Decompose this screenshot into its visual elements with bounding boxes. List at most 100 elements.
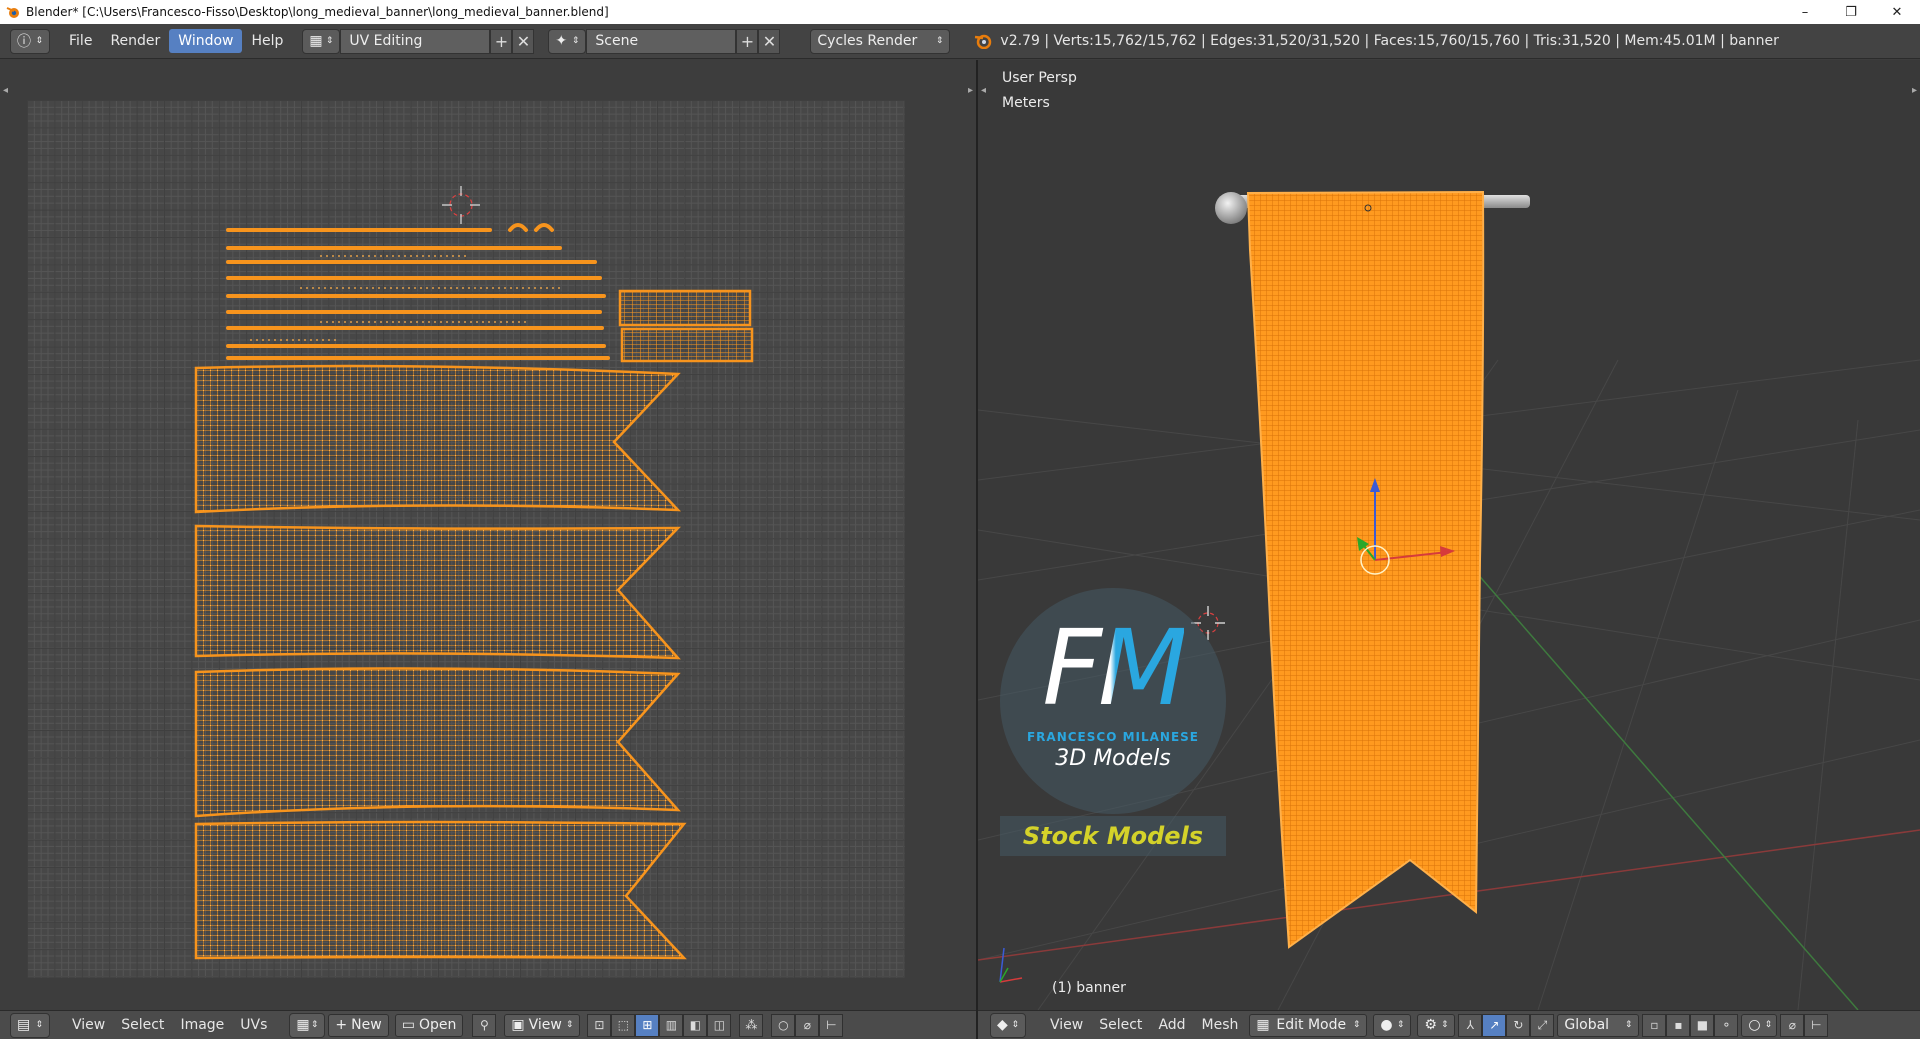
uv-island-panel-3[interactable] <box>194 667 681 818</box>
plus-icon: + <box>335 1017 348 1033</box>
view-mode-icon: ▣ <box>511 1017 525 1033</box>
info-header: ⓘ ⇕ File Render Window Help ▦ ⇕ UV Editing… <box>0 24 1920 59</box>
remove-scene-button[interactable]: ✕ <box>758 28 781 54</box>
uv-island-block-2[interactable] <box>620 327 754 363</box>
uv-island-panel-2[interactable] <box>194 524 681 660</box>
logo-letters: FM <box>1042 607 1188 729</box>
y-axis-line <box>1447 539 1859 1010</box>
translate-manipulator-icon[interactable]: ↗ <box>1482 1013 1507 1037</box>
face-mode-icon[interactable]: ■ <box>1690 1013 1715 1037</box>
manipulator-toggle-icon[interactable]: ⅄ <box>1458 1013 1483 1037</box>
uv-editor-header: ▤ ⇕ View Select Image UVs ▦ ⇕ + New ▭ Open ⚲… <box>0 1010 976 1039</box>
sticky-select-icon[interactable]: ⁂ <box>739 1013 764 1037</box>
image-icon: ▦ <box>296 1017 310 1033</box>
face-select-icon[interactable]: ◧ <box>683 1013 708 1037</box>
add-scene-button[interactable]: + <box>736 28 759 54</box>
pin-icon[interactable]: ⚲ <box>472 1013 497 1037</box>
cursor-select-icon[interactable]: ⬚ <box>611 1013 636 1037</box>
remove-screen-button[interactable]: ✕ <box>512 28 535 54</box>
uv-island-strips[interactable] <box>226 223 610 360</box>
uv-menu-select[interactable]: Select <box>113 1014 172 1036</box>
edge-mode-icon[interactable]: ▪ <box>1666 1013 1691 1037</box>
scene-stats: v2.79 | Verts:15,762/15,762 | Edges:31,5… <box>1000 33 1779 49</box>
vertex-select-icon[interactable]: ⊞ <box>635 1013 660 1037</box>
view-mode-label: View <box>528 1017 562 1033</box>
proportional-edit-icon[interactable]: ○ <box>771 1013 796 1037</box>
new-image-button[interactable]: + New <box>328 1013 389 1037</box>
pivot-dropdown[interactable]: ⚙ ⇕ <box>1417 1013 1456 1037</box>
plus-icon: + <box>740 31 755 51</box>
edit-mode-icon: ▦ <box>1256 1017 1270 1033</box>
title-bar: Blender* [C:\Users\Francesco-Fisso\Deskt… <box>0 0 1920 24</box>
scene-field[interactable]: Scene <box>586 28 737 54</box>
viewport-scene[interactable] <box>978 60 1920 1010</box>
edge-select-icon[interactable]: ▥ <box>659 1013 684 1037</box>
uv-menu-view[interactable]: View <box>64 1014 113 1036</box>
menu-window[interactable]: Window <box>169 29 243 53</box>
plus-icon: + <box>494 31 509 51</box>
snap-element-icon[interactable]: ⊢ <box>819 1013 844 1037</box>
open-label: Open <box>418 1017 457 1033</box>
vertex-mode-icon[interactable]: ▫ <box>1642 1013 1667 1037</box>
close-button[interactable]: ✕ <box>1874 0 1920 24</box>
image-editor-icon: ▤ <box>17 1017 31 1033</box>
layout-icon: ▦ <box>309 33 323 49</box>
orientation-label: Global <box>1564 1017 1610 1033</box>
rotate-manipulator-icon[interactable]: ↻ <box>1506 1013 1531 1037</box>
editor-type-selector[interactable]: ▤ ⇕ <box>10 1012 50 1038</box>
add-screen-button[interactable]: + <box>490 28 513 54</box>
screen-layout-field[interactable]: UV Editing <box>340 28 491 54</box>
3d-menu-select[interactable]: Select <box>1091 1014 1150 1036</box>
snap-element-icon[interactable]: ⊢ <box>1804 1013 1829 1037</box>
proportional-edit-dropdown[interactable]: ○ ⇕ <box>1741 1013 1778 1037</box>
blender-logo-icon <box>4 3 22 21</box>
limit-selection-icon[interactable]: ⚬ <box>1714 1013 1739 1037</box>
image-browse-button[interactable]: ▦ ⇕ <box>289 1012 326 1038</box>
scale-manipulator-icon[interactable]: ⤢ <box>1530 1013 1555 1037</box>
uv-island-panel-4[interactable] <box>194 820 687 960</box>
minimize-button[interactable]: – <box>1782 0 1828 24</box>
updown-arrows-icon: ⇕ <box>1396 1020 1405 1030</box>
scene-selector[interactable]: ✦ ⇕ <box>548 28 587 54</box>
render-engine-dropdown[interactable]: Cycles Render ⇕ <box>810 28 951 54</box>
maximize-button[interactable]: ❐ <box>1828 0 1874 24</box>
uv-island-panel-1[interactable] <box>194 364 682 514</box>
updown-arrows-icon: ⇕ <box>310 1020 319 1030</box>
updown-arrows-icon: ⇕ <box>1352 1020 1361 1030</box>
open-image-button[interactable]: ▭ Open <box>394 1013 464 1037</box>
editor-type-selector[interactable]: ◆ ⇕ <box>990 1012 1026 1038</box>
watermark-logo: FM FRANCESCO MILANESE 3D Models <box>1000 588 1226 814</box>
snap-icon[interactable]: ⌀ <box>795 1013 820 1037</box>
3d-menu-view[interactable]: View <box>1042 1014 1091 1036</box>
mode-label: Edit Mode <box>1276 1017 1347 1033</box>
3d-menu-add[interactable]: Add <box>1150 1014 1193 1036</box>
menu-render[interactable]: Render <box>101 29 169 53</box>
3d-view-icon: ◆ <box>997 1017 1008 1033</box>
uv-island-block-1[interactable] <box>618 289 752 327</box>
menu-help[interactable]: Help <box>242 29 292 53</box>
mode-dropdown[interactable]: ▦ Edit Mode ⇕ <box>1249 1013 1368 1037</box>
uv-menu-uvs[interactable]: UVs <box>232 1014 275 1036</box>
updown-arrows-icon: ⇕ <box>1764 1020 1773 1030</box>
editor-type-selector[interactable]: ⓘ ⇕ <box>10 28 50 54</box>
shading-dropdown[interactable]: ● ⇕ <box>1373 1013 1412 1037</box>
screen-layout-selector[interactable]: ▦ ⇕ <box>302 28 341 54</box>
orientation-dropdown[interactable]: Global ⇕ <box>1557 1013 1640 1037</box>
pivot-icon[interactable]: ⊡ <box>587 1013 612 1037</box>
3d-viewport-area[interactable]: ◂ ▸ User Persp Meters FM FRANCESCO MILAN… <box>978 60 1920 1010</box>
uv-islands[interactable] <box>0 60 976 1010</box>
proportional-icon: ○ <box>1748 1017 1761 1033</box>
uv-menu-image[interactable]: Image <box>172 1014 232 1036</box>
3d-menu-mesh[interactable]: Mesh <box>1194 1014 1247 1036</box>
render-engine-label: Cycles Render <box>817 33 918 49</box>
view-mode-dropdown[interactable]: ▣ View ⇕ <box>504 1013 581 1037</box>
island-select-icon[interactable]: ◫ <box>707 1013 732 1037</box>
2d-cursor-icon[interactable] <box>442 186 480 224</box>
pole-end-ball[interactable] <box>1215 192 1247 224</box>
menu-file[interactable]: File <box>60 29 101 53</box>
window-title: Blender* [C:\Users\Francesco-Fisso\Deskt… <box>26 5 609 19</box>
snap-icon[interactable]: ⌀ <box>1780 1013 1805 1037</box>
brand-name: FRANCESCO MILANESE <box>1026 730 1200 744</box>
updown-arrows-icon: ⇕ <box>565 1020 574 1030</box>
uv-editor-area[interactable]: ◂ ▸ <box>0 60 976 1010</box>
